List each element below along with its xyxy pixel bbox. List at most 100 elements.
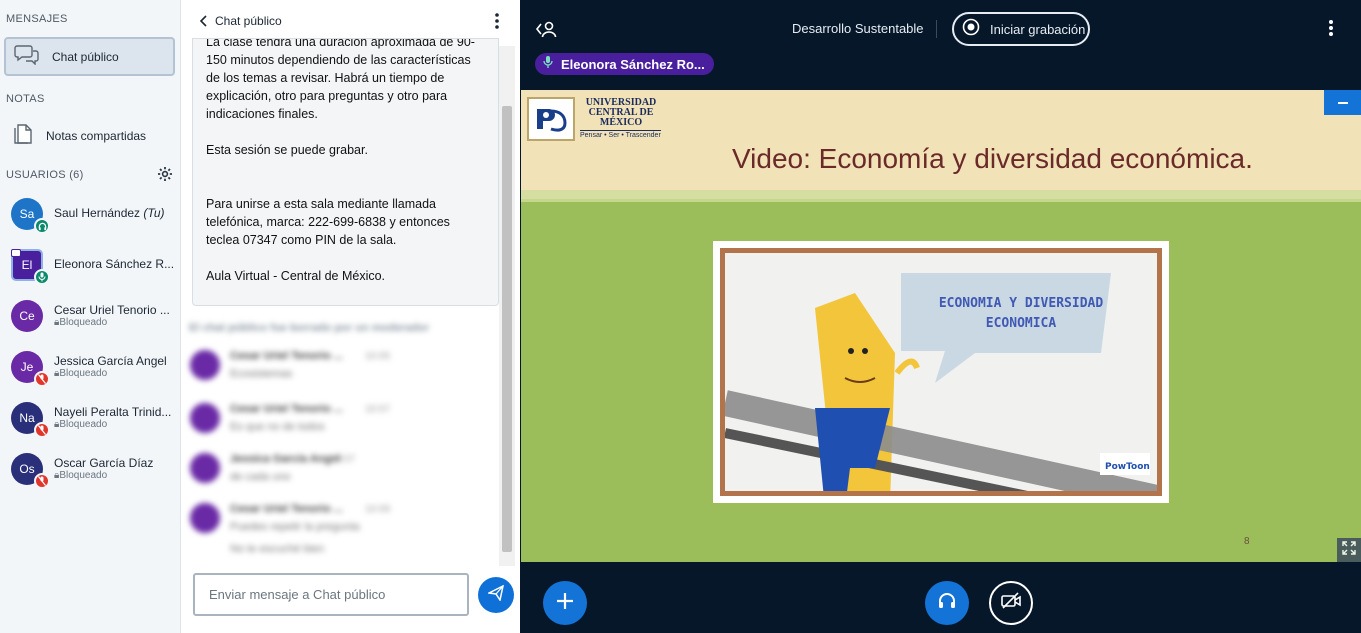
user-list-item[interactable]: El Eleonora Sánchez R... (0, 249, 181, 297)
avatar: Ce (11, 300, 43, 332)
expand-icon (1341, 540, 1357, 561)
chat-message: Cesar Uriel Tenorio ... 10:05 Ecosistema… (190, 350, 490, 390)
plus-icon (556, 592, 574, 615)
university-name: UNIVERSIDAD CENTRAL DE MÉXICO (585, 97, 657, 128)
video-thumbnail[interactable]: PowToon ECONOMIA Y DIVERSIDAD ECONOMICA (713, 241, 1169, 503)
chat-bubbles-icon (14, 43, 40, 70)
user-list-toggle-icon[interactable] (534, 18, 558, 40)
talker-name: Eleonora Sánchez Ro... (561, 56, 705, 72)
message-time: 10:07 (330, 454, 356, 465)
sidebar: MENSAJES Chat público NOTAS Notas compar… (0, 0, 181, 633)
start-recording-button[interactable]: Iniciar grabación (952, 12, 1090, 46)
document-icon (12, 122, 34, 151)
avatar (190, 403, 220, 433)
muted-microphone-icon (34, 473, 50, 489)
user-name: Cesar Uriel Tenorio ... (54, 303, 170, 317)
minimize-presentation-button[interactable] (1324, 90, 1361, 115)
welcome-paragraph: Para unirse a esta sala mediante llamada… (206, 197, 450, 247)
user-status: 🔒︎Bloqueado (54, 317, 108, 328)
sidebar-item-shared-notes[interactable]: Notas compartidas (4, 118, 175, 154)
avatar (190, 453, 220, 483)
message-text: Ecosistemas (230, 368, 293, 380)
university-logo (527, 97, 575, 141)
message-text: de cada uno (230, 471, 291, 483)
message-text: Es que no de todos (230, 421, 325, 433)
muted-microphone-icon (34, 371, 50, 387)
avatar (190, 503, 220, 533)
message-author: Jessica García Angel (230, 453, 341, 465)
share-webcam-button[interactable] (989, 581, 1033, 625)
user-name: Saul Hernández (Tu) (54, 206, 165, 220)
chat-message-input[interactable]: Enviar mensaje a Chat público (193, 573, 469, 616)
slide-divider-band (521, 190, 1361, 202)
messages-section-title: MENSAJES (6, 13, 68, 25)
scrollbar-thumb[interactable] (502, 106, 512, 552)
minimize-icon (1337, 101, 1348, 104)
welcome-paragraph: Esta sesión se puede grabar. (206, 143, 368, 157)
more-options-icon[interactable] (1328, 18, 1334, 38)
chat-title[interactable]: Chat público (215, 14, 282, 28)
message-author: Cesar Uriel Tenorio ... (230, 403, 343, 415)
cartoon-illustration: PowToon (725, 273, 1157, 491)
chat-scrollbar[interactable] (499, 46, 515, 566)
message-text: Puedes repetir la pregunta (230, 521, 360, 533)
chevron-left-icon[interactable] (197, 13, 211, 29)
gear-icon[interactable] (157, 166, 173, 182)
user-status: 🔒︎Bloqueado (54, 419, 108, 430)
slide-title: Video: Economía y diversidad económica. (732, 143, 1253, 174)
user-name: Eleonora Sánchez R... (54, 257, 175, 271)
message-time: 10:05 (365, 351, 391, 362)
presentation-slide: UNIVERSIDAD CENTRAL DE MÉXICO Pensar • S… (521, 90, 1361, 562)
chat-message: Cesar Uriel Tenorio ... 10:09 Puedes rep… (190, 503, 490, 559)
current-user-tag: (Tu) (143, 206, 165, 220)
headset-icon (34, 218, 50, 234)
presenter-icon (11, 249, 21, 257)
more-options-icon[interactable] (494, 12, 500, 30)
public-chat-label: Chat público (52, 49, 119, 64)
notes-section-title: NOTAS (6, 93, 45, 105)
user-status: 🔒︎Bloqueado (54, 368, 108, 379)
chat-panel: Chat público La clase tendrá una duració… (181, 0, 520, 633)
user-list-item[interactable]: Os Oscar García Díaz 🔒︎Bloqueado (0, 453, 181, 501)
chat-message: Jessica García Angel 10:07 de cada uno (190, 453, 490, 493)
welcome-paragraph: La clase tendrá una duración aproximada … (206, 38, 475, 121)
user-name: Jessica García Angel (54, 354, 167, 368)
user-list-item[interactable]: Ce Cesar Uriel Tenorio ... 🔒︎Bloqueado (0, 300, 181, 348)
welcome-message: La clase tendrá una duración aproximada … (192, 38, 499, 306)
divider (936, 20, 937, 38)
audio-button[interactable] (925, 581, 969, 625)
muted-microphone-icon (34, 422, 50, 438)
fullscreen-button[interactable] (1337, 538, 1361, 562)
shared-notes-label: Notas compartidas (46, 129, 147, 143)
moderator-cleared-notice: El chat público fue borrado por un moder… (189, 322, 430, 334)
record-icon (962, 18, 980, 41)
user-list-item[interactable]: Na Nayeli Peralta Trinid... 🔒︎Bloqueado (0, 402, 181, 450)
video-caption: ECONOMIA Y DIVERSIDAD ECONOMICA (938, 296, 1104, 331)
university-motto: Pensar • Ser • Trascender (580, 130, 661, 139)
room-title: Desarrollo Sustentable (792, 21, 924, 36)
user-name: Nayeli Peralta Trinid... (54, 405, 172, 419)
presentation-area: Desarrollo Sustentable Iniciar grabación… (520, 0, 1361, 633)
record-label: Iniciar grabación (990, 21, 1086, 37)
message-author: Cesar Uriel Tenorio ... (230, 503, 343, 515)
headphones-icon (937, 592, 957, 615)
video-board: PowToon ECONOMIA Y DIVERSIDAD ECONOMICA (720, 248, 1162, 496)
camera-off-icon (1000, 591, 1022, 615)
welcome-paragraph: Aula Virtual - Central de México. (206, 269, 386, 283)
video-scene: PowToon ECONOMIA Y DIVERSIDAD ECONOMICA (725, 253, 1157, 491)
user-status: 🔒︎Bloqueado (54, 470, 108, 481)
send-button[interactable] (478, 577, 514, 613)
avatar (190, 350, 220, 380)
actions-button[interactable] (543, 581, 587, 625)
microphone-icon (34, 269, 50, 285)
user-name: Oscar García Díaz (54, 456, 154, 470)
sidebar-item-public-chat[interactable]: Chat público (4, 37, 175, 76)
chat-header: Chat público (181, 0, 520, 40)
chat-message: Cesar Uriel Tenorio ... 10:07 Es que no … (190, 403, 490, 443)
message-author: Cesar Uriel Tenorio ... (230, 350, 343, 362)
user-list-item[interactable]: Sa Saul Hernández (Tu) (0, 198, 181, 246)
message-time: 10:07 (365, 404, 391, 415)
send-icon (486, 584, 505, 606)
talking-indicator[interactable]: Eleonora Sánchez Ro... (535, 53, 714, 75)
user-list-item[interactable]: Je Jessica García Angel 🔒︎Bloqueado (0, 351, 181, 399)
